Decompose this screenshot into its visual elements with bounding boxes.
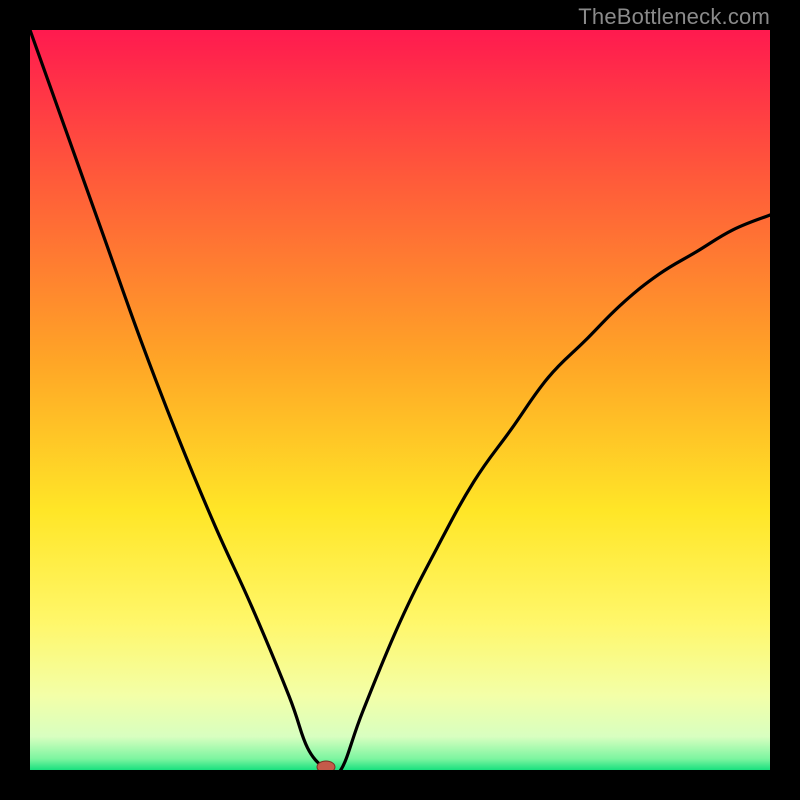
gradient-background <box>30 30 770 770</box>
plot-area <box>30 30 770 770</box>
chart-frame: TheBottleneck.com <box>0 0 800 800</box>
minimum-marker <box>317 761 335 770</box>
bottleneck-curve-chart <box>30 30 770 770</box>
watermark-text: TheBottleneck.com <box>578 4 770 30</box>
